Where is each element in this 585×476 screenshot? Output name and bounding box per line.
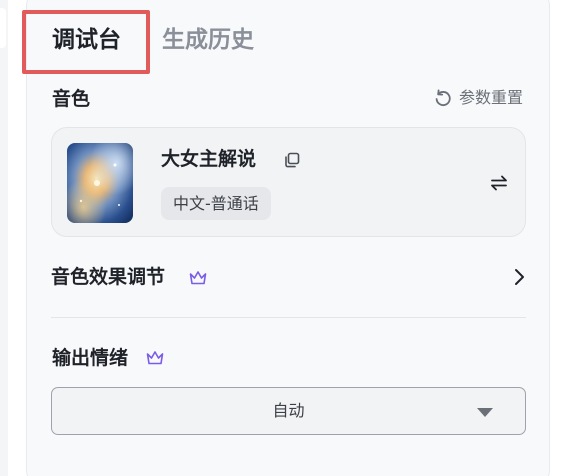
left-strip-notch [0,8,6,48]
emotion-select-value: 自动 [272,401,305,420]
caret-down-icon [477,408,493,417]
swap-icon[interactable] [489,173,509,193]
highlight-box [22,10,150,74]
emotion-select[interactable]: 自动 [51,387,526,435]
section-divider [51,317,526,318]
crown-icon [189,271,207,285]
galaxy-thumbnail [67,143,133,223]
tab-generation-history[interactable]: 生成历史 [162,24,254,56]
chevron-right-icon[interactable] [512,267,526,287]
voice-effect-row[interactable]: 音色效果调节 [51,262,526,292]
language-tag: 中文-普通话 [161,187,271,220]
refresh-icon [435,89,451,106]
copy-icon[interactable] [283,151,301,169]
voice-section-label: 音色 [52,88,91,110]
left-strip [0,0,8,476]
crown-icon [146,351,164,365]
emotion-section-label: 输出情绪 [52,347,129,369]
reset-params-button[interactable]: 参数重置 [433,87,523,109]
voice-effect-label: 音色效果调节 [51,266,166,288]
reset-label: 参数重置 [458,88,523,107]
voice-card[interactable]: 大女主解说 中文-普通话 [51,127,526,237]
voice-name: 大女主解说 [161,148,257,170]
